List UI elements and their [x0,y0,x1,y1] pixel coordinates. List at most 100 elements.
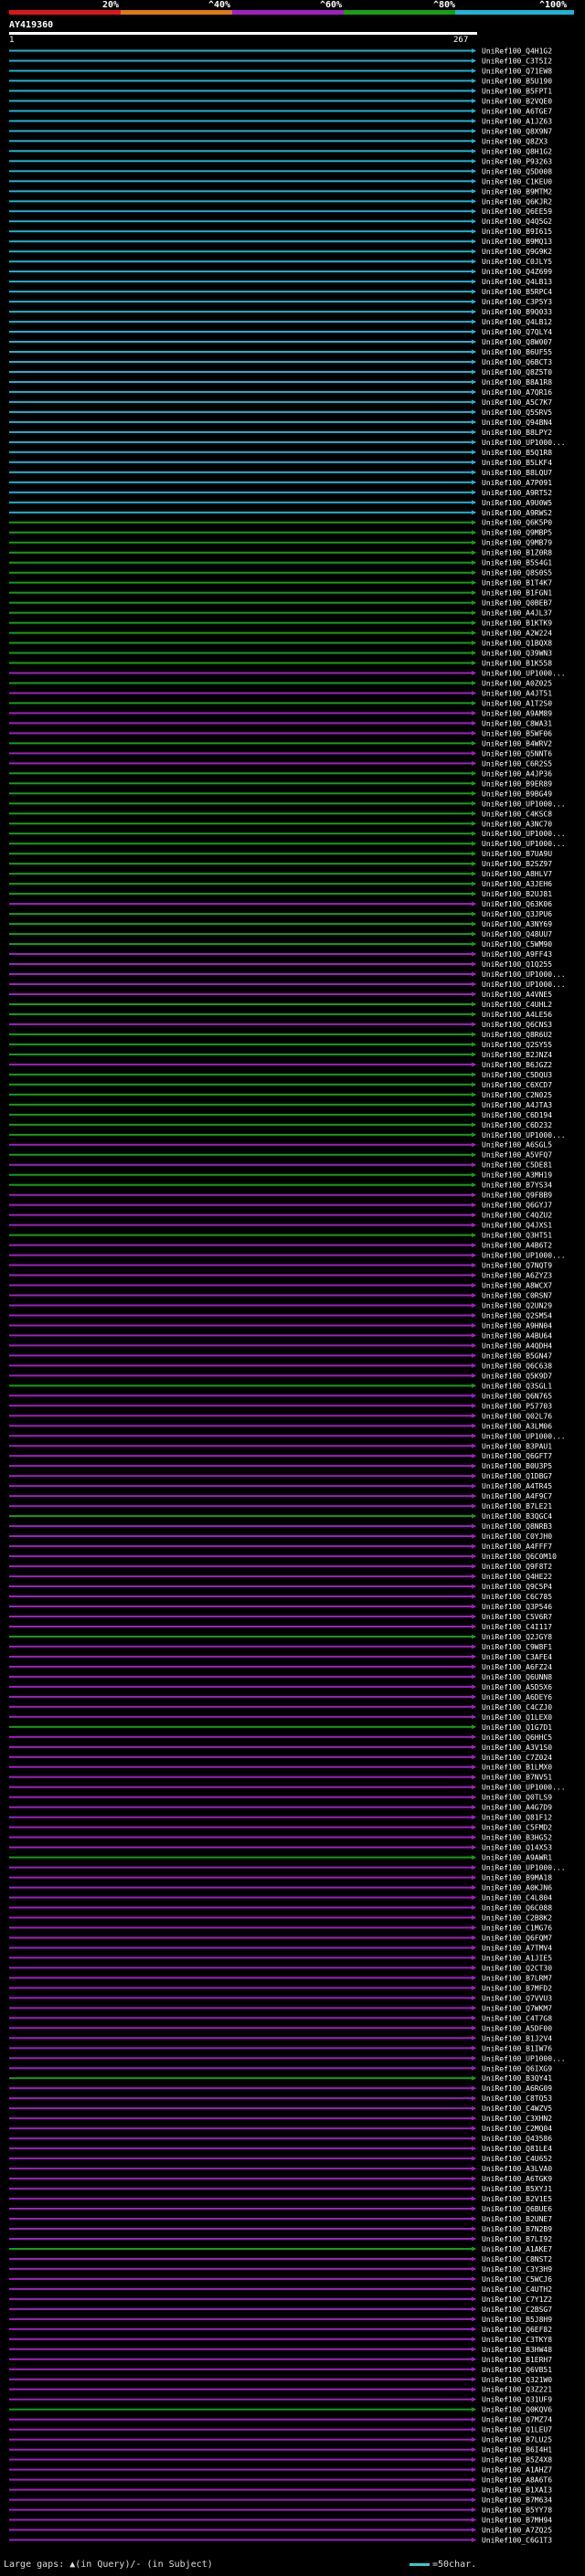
hit-row[interactable]: UniRef100_A6FZ24 [9,1663,552,1671]
hit-row[interactable]: UniRef100_C4UTH2 [9,2285,552,2294]
hit-label[interactable]: UniRef100_B3PAU1 [482,1442,552,1450]
hit-row[interactable]: UniRef100_Q6UNN8 [9,1673,552,1681]
hit-label[interactable]: UniRef100_A0KJN6 [482,1884,552,1892]
hit-row[interactable]: UniRef100_B5J8H9 [9,2316,552,2324]
hit-label[interactable]: UniRef100_C8TQ53 [482,2094,552,2103]
hit-row[interactable]: UniRef100_A1JIE5 [9,1954,552,1962]
hit-label[interactable]: UniRef100_C0JLY5 [482,258,552,266]
hit-label[interactable]: UniRef100_B3HG52 [482,1834,552,1842]
hit-row[interactable]: UniRef100_B3QGC4 [9,1512,552,1521]
hit-row[interactable]: UniRef100_B7LI92 [9,2235,552,2243]
hit-label[interactable]: UniRef100_C4T7G8 [482,2014,552,2022]
hit-label[interactable]: UniRef100_B1IW76 [482,2044,552,2052]
hit-label[interactable]: UniRef100_Q2UN29 [482,1302,552,1310]
hit-row[interactable]: UniRef100_A3NY69 [9,920,552,928]
hit-label[interactable]: UniRef100_Q1LEX0 [482,1713,552,1722]
hit-row[interactable]: UniRef100_Q02L76 [9,1412,552,1420]
hit-row[interactable]: UniRef100_Q6C638 [9,1362,552,1370]
hit-label[interactable]: UniRef100_A4JT51 [482,690,552,698]
hit-row[interactable]: UniRef100_A4VNE5 [9,991,552,999]
hit-label[interactable]: UniRef100_Q6EF82 [482,2326,552,2334]
hit-label[interactable]: UniRef100_Q9F8T2 [482,1563,552,1571]
hit-label[interactable]: UniRef100_A6DEY6 [482,1693,552,1701]
hit-label[interactable]: UniRef100_C7Z024 [482,1754,552,1762]
hit-label[interactable]: UniRef100_Q6C088 [482,1904,552,1913]
hit-row[interactable]: UniRef100_Q1G7D1 [9,1723,552,1732]
hit-label[interactable]: UniRef100_Q9MB79 [482,539,552,547]
hit-row[interactable]: UniRef100_Q3JPU6 [9,910,552,918]
hit-row[interactable]: UniRef100_C6R2S5 [9,759,552,768]
hit-label[interactable]: UniRef100_Q7MZ74 [482,2416,552,2424]
hit-row[interactable]: UniRef100_B9I615 [9,228,552,236]
hit-row[interactable]: UniRef100_B7UA9U [9,850,552,858]
hit-row[interactable]: UniRef100_A9U0W5 [9,499,552,507]
hit-row[interactable]: UniRef100_Q6HHC5 [9,1733,552,1742]
hit-row[interactable]: UniRef100_A9RT52 [9,489,552,497]
hit-label[interactable]: UniRef100_B3HW48 [482,2346,552,2354]
hit-row[interactable]: UniRef100_C5FMD2 [9,1824,552,1832]
hit-row[interactable]: UniRef100_B1K558 [9,660,552,668]
hit-label[interactable]: UniRef100_A3LVA0 [482,2165,552,2173]
hit-label[interactable]: UniRef100_Q8X9N7 [482,127,552,135]
hit-label[interactable]: UniRef100_Q71EW8 [482,68,552,76]
hit-label[interactable]: UniRef100_Q7VVU3 [482,1994,552,2002]
hit-row[interactable]: UniRef100_A4JL37 [9,610,552,618]
hit-row[interactable]: UniRef100_B9ER89 [9,779,552,788]
hit-row[interactable]: UniRef100_A5D5X6 [9,1683,552,1691]
hit-row[interactable]: UniRef100_P93263 [9,157,552,165]
hit-label[interactable]: UniRef100_B5LKF4 [482,459,552,467]
hit-label[interactable]: UniRef100_C4CZJ0 [482,1703,552,1712]
hit-label[interactable]: UniRef100_C3TKY8 [482,2336,552,2344]
hit-row[interactable]: UniRef100_Q4H1G2 [9,48,552,56]
hit-label[interactable]: UniRef100_C0YJH0 [482,1532,552,1541]
hit-row[interactable]: UniRef100_Q94BN4 [9,419,552,427]
hit-label[interactable]: UniRef100_Q31UF9 [482,2396,552,2404]
hit-label[interactable]: UniRef100_Q7NQT9 [482,1262,552,1270]
hit-label[interactable]: UniRef100_A9FF43 [482,950,552,959]
hit-row[interactable]: UniRef100_UP1000... [9,1252,566,1260]
hit-row[interactable]: UniRef100_B1ERH7 [9,2356,552,2364]
hit-label[interactable]: UniRef100_B5FPT1 [482,87,552,95]
hit-row[interactable]: UniRef100_Q8X9N7 [9,127,552,135]
hit-row[interactable]: UniRef100_UP1000... [9,1131,566,1140]
hit-row[interactable]: UniRef100_A4TR45 [9,1482,552,1490]
hit-row[interactable]: UniRef100_B1LMX0 [9,1764,552,1772]
hit-label[interactable]: UniRef100_C3XHN2 [482,2115,552,2123]
hit-label[interactable]: UniRef100_A1AHZ7 [482,2466,552,2475]
hit-label[interactable]: UniRef100_A8HLV7 [482,870,552,878]
hit-label[interactable]: UniRef100_B9Q033 [482,308,552,316]
hit-label[interactable]: UniRef100_UP1000... [482,1131,566,1140]
hit-label[interactable]: UniRef100_Q6GFT7 [482,1452,552,1460]
hit-label[interactable]: UniRef100_C4UHL2 [482,1001,552,1009]
hit-label[interactable]: UniRef100_A4G7D9 [482,1804,552,1812]
hit-label[interactable]: UniRef100_Q6BCT3 [482,358,552,366]
hit-row[interactable]: UniRef100_Q1BQX8 [9,640,552,648]
hit-label[interactable]: UniRef100_C2B8K2 [482,1914,552,1923]
hit-row[interactable]: UniRef100_A8A6T6 [9,2476,552,2485]
hit-row[interactable]: UniRef100_C4T7G8 [9,2014,552,2022]
hit-row[interactable]: UniRef100_Q39WN3 [9,650,552,658]
hit-row[interactable]: UniRef100_Q14X53 [9,1844,552,1852]
hit-row[interactable]: UniRef100_C2BSG7 [9,2306,552,2314]
hit-label[interactable]: UniRef100_Q6N765 [482,1392,552,1400]
hit-row[interactable]: UniRef100_A4LE56 [9,1011,552,1019]
hit-label[interactable]: UniRef100_A9HN04 [482,1322,552,1330]
hit-row[interactable]: UniRef100_B3PAU1 [9,1442,552,1450]
hit-row[interactable]: UniRef100_Q321W0 [9,2376,552,2384]
hit-row[interactable]: UniRef100_A4G7D9 [9,1804,552,1812]
hit-label[interactable]: UniRef100_UP1000... [482,1864,566,1872]
hit-label[interactable]: UniRef100_B7LRM7 [482,1974,552,1982]
hit-label[interactable]: UniRef100_B7LI92 [482,2235,552,2243]
hit-row[interactable]: UniRef100_A3V1S0 [9,1744,552,1752]
hit-row[interactable]: UniRef100_Q7NQT9 [9,1262,552,1270]
hit-row[interactable]: UniRef100_Q6GFT7 [9,1452,552,1460]
hit-label[interactable]: UniRef100_B6UF55 [482,348,552,356]
hit-row[interactable]: UniRef100_B5LKF4 [9,459,552,467]
hit-label[interactable]: UniRef100_B7MFD2 [482,1984,552,1992]
hit-label[interactable]: UniRef100_Q2SY55 [482,1041,552,1049]
hit-row[interactable]: UniRef100_Q4LB13 [9,278,552,286]
hit-row[interactable]: UniRef100_Q6EF82 [9,2326,552,2334]
hit-label[interactable]: UniRef100_B7MH94 [482,2517,552,2525]
hit-label[interactable]: UniRef100_C5WCJ6 [482,2275,552,2284]
hit-label[interactable]: UniRef100_C7Y1Z2 [482,2295,552,2304]
